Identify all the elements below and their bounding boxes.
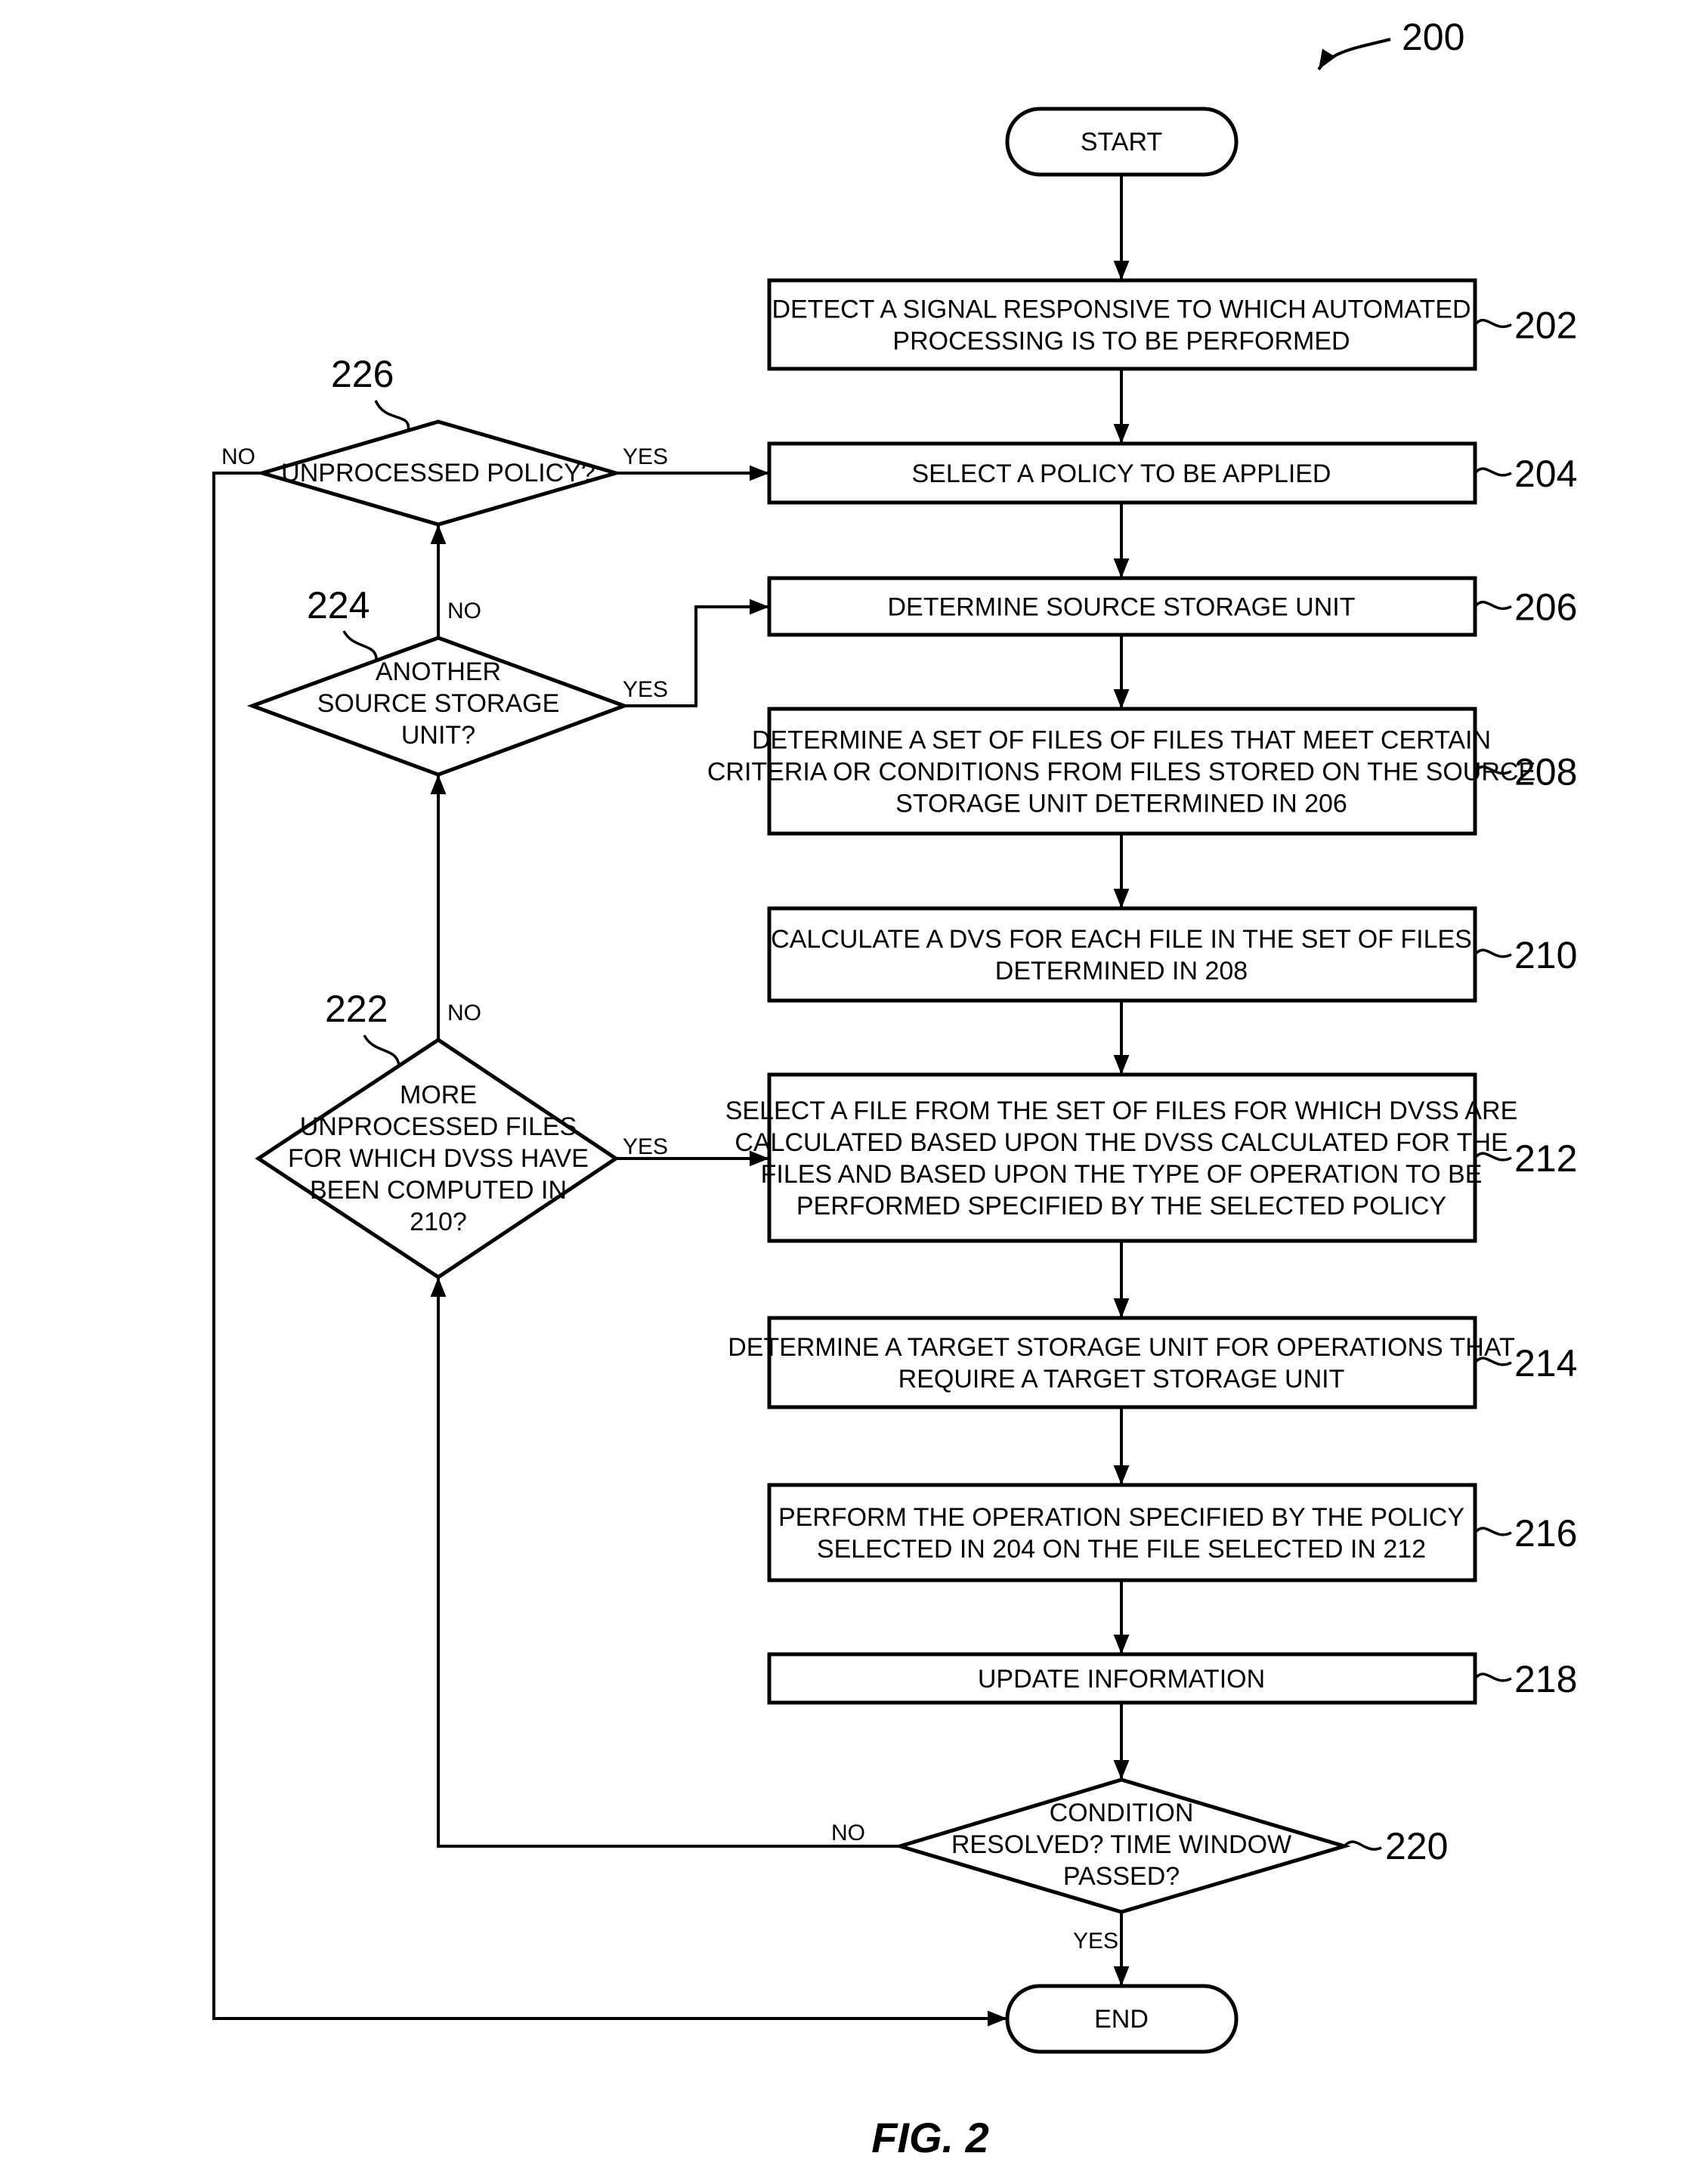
label-220-yes: YES [1073, 1929, 1118, 1954]
step-text-line: PROCESSING IS TO BE PERFORMED [892, 327, 1350, 356]
step-216: PERFORM THE OPERATION SPECIFIED BY THE P… [767, 1483, 1577, 1582]
step-ref-number: 206 [1514, 586, 1577, 629]
step-text-line: SELECT A FILE FROM THE SET OF FILES FOR … [725, 1097, 1518, 1125]
start-label: START [1081, 128, 1162, 156]
decision-224: ANOTHER SOURCE STORAGE UNIT? [246, 636, 630, 777]
step-leader [1474, 318, 1512, 329]
step-leader [1474, 600, 1512, 611]
figure-pointer-arrow [1317, 38, 1391, 71]
step-text-line: UPDATE INFORMATION [978, 1665, 1265, 1694]
step-ref-number: 210 [1514, 934, 1577, 976]
decision-222: MORE UNPROCESSED FILES FOR WHICH DVSS HA… [255, 1037, 620, 1280]
decision-226: UNPROCESSED POLICY? [255, 419, 623, 527]
leader-224 [342, 630, 378, 662]
step-leader [1474, 467, 1512, 477]
step-218: UPDATE INFORMATION 218 [767, 1652, 1577, 1705]
step-box [767, 1483, 1477, 1582]
ref-226: 226 [331, 353, 394, 395]
step-208: DETERMINE A SET OF FILES OF FILES THAT M… [707, 707, 1577, 836]
label-224-no: NO [447, 599, 481, 623]
decision-222-line: FOR WHICH DVSS HAVE [288, 1144, 589, 1173]
step-ref-number: 204 [1514, 453, 1577, 495]
step-box [767, 906, 1477, 1003]
label-224-yes: YES [623, 677, 668, 702]
step-leader [1474, 1527, 1512, 1536]
ref-222: 222 [325, 988, 388, 1030]
step-ref-number: 212 [1514, 1137, 1577, 1180]
flowchart: 200 START DETECT A SIGNAL RESPONSIVE TO … [212, 16, 1577, 2161]
step-text-line: FILES AND BASED UPON THE TYPE OF OPERATI… [761, 1160, 1483, 1189]
ref-224: 224 [307, 584, 370, 626]
ref-220: 220 [1385, 1825, 1448, 1867]
decision-224-line: UNIT? [401, 721, 475, 750]
label-226-yes: YES [623, 444, 668, 469]
leader-226 [374, 400, 410, 432]
figure-number: 200 [1402, 16, 1464, 58]
step-leader [1474, 1672, 1512, 1682]
decision-224-line: ANOTHER [376, 657, 501, 686]
step-text-line: CRITERIA OR CONDITIONS FROM FILES STORED… [707, 758, 1535, 787]
label-222-yes: YES [623, 1134, 668, 1159]
leader-220 [1343, 1840, 1382, 1851]
step-212: SELECT A FILE FROM THE SET OF FILES FOR … [725, 1072, 1577, 1243]
decision-222-line: MORE [400, 1081, 477, 1109]
label-226-no: NO [221, 444, 255, 469]
step-ref-number: 216 [1514, 1512, 1577, 1554]
step-ref-number: 202 [1514, 305, 1577, 347]
step-leader [1474, 948, 1512, 958]
step-text-line: PERFORMED SPECIFIED BY THE SELECTED POLI… [796, 1192, 1446, 1220]
step-text-line: DETERMINED IN 208 [995, 957, 1248, 985]
step-text-line: DETERMINE A TARGET STORAGE UNIT FOR OPER… [728, 1333, 1515, 1362]
step-210: CALCULATE A DVS FOR EACH FILE IN THE SET… [767, 906, 1577, 1003]
step-202: DETECT A SIGNAL RESPONSIVE TO WHICH AUTO… [767, 278, 1577, 371]
step-text-line: PERFORM THE OPERATION SPECIFIED BY THE P… [778, 1503, 1464, 1532]
step-text-line: CALCULATED BASED UPON THE DVSS CALCULATE… [734, 1128, 1508, 1157]
end-label: END [1094, 2005, 1149, 2034]
step-204: SELECT A POLICY TO BE APPLIED 204 [767, 441, 1577, 505]
figure-caption: FIG. 2 [871, 2114, 989, 2161]
decision-222-line: BEEN COMPUTED IN [310, 1176, 567, 1205]
step-box [767, 1316, 1477, 1409]
step-text-line: CALCULATE A DVS FOR EACH FILE IN THE SET… [771, 925, 1472, 954]
end-terminal: END [1005, 1984, 1239, 2054]
step-text-line: STORAGE UNIT DETERMINED IN 206 [895, 790, 1347, 818]
decision-220-line: PASSED? [1063, 1862, 1180, 1891]
label-222-no: NO [447, 1001, 481, 1025]
decision-220-line: CONDITION [1050, 1799, 1194, 1827]
decision-222-line: UNPROCESSED FILES [300, 1112, 577, 1141]
step-text-line: REQUIRE A TARGET STORAGE UNIT [898, 1365, 1345, 1394]
step-206: DETERMINE SOURCE STORAGE UNIT 206 [767, 576, 1577, 637]
leader-222 [363, 1035, 400, 1066]
step-ref-number: 218 [1514, 1658, 1577, 1700]
step-text-line: DETECT A SIGNAL RESPONSIVE TO WHICH AUTO… [772, 295, 1471, 324]
decision-226-line: UNPROCESSED POLICY? [281, 459, 595, 487]
step-text-line: SELECT A POLICY TO BE APPLIED [912, 459, 1331, 488]
step-text-line: DETERMINE SOURCE STORAGE UNIT [888, 593, 1356, 622]
start-terminal: START [1005, 107, 1239, 177]
step-ref-number: 214 [1514, 1342, 1577, 1384]
decision-222-line: 210? [410, 1208, 467, 1236]
step-214: DETERMINE A TARGET STORAGE UNIT FOR OPER… [728, 1316, 1577, 1409]
decision-220-line: RESOLVED? TIME WINDOW [951, 1830, 1291, 1859]
step-ref-number: 208 [1514, 751, 1577, 793]
decision-220: CONDITION RESOLVED? TIME WINDOW PASSED? [893, 1777, 1351, 1914]
decision-224-line: SOURCE STORAGE [317, 689, 560, 718]
label-220-no: NO [831, 1821, 865, 1845]
step-text-line: SELECTED IN 204 ON THE FILE SELECTED IN … [817, 1535, 1426, 1564]
step-text-line: DETERMINE A SET OF FILES OF FILES THAT M… [752, 726, 1491, 755]
